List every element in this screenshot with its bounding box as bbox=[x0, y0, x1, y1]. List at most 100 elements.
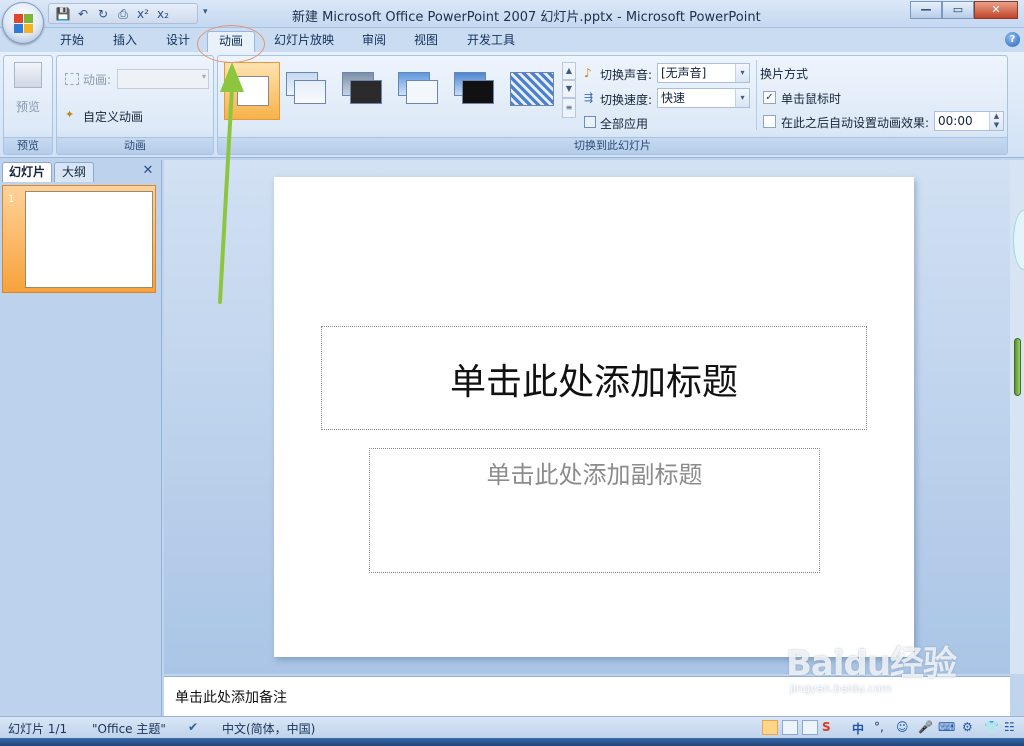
transition-fade-black-item[interactable] bbox=[342, 72, 384, 104]
pane-tabs: 幻灯片 大纲 ✕ bbox=[2, 162, 158, 182]
ime-tools-icon[interactable]: ⚙ bbox=[962, 720, 973, 734]
office-button[interactable] bbox=[2, 2, 44, 44]
ime-emoji-icon[interactable]: ☺ bbox=[896, 720, 909, 734]
speed-value: 快速 bbox=[661, 91, 686, 105]
slide-number: 1 bbox=[8, 194, 15, 205]
ribbon-tabs: 开始 插入 设计 动画 幻灯片放映 审阅 视图 开发工具 ? bbox=[0, 28, 1024, 52]
apply-all-button[interactable]: 全部应用 bbox=[600, 115, 648, 132]
baidu-watermark: Baidu经验 jingyan.baidu.com bbox=[786, 636, 986, 706]
animation-dropdown[interactable]: ▾ bbox=[117, 69, 209, 89]
slide-thumbnail bbox=[25, 191, 153, 288]
slide-canvas[interactable]: 单击此处添加标题 单击此处添加副标题 bbox=[274, 177, 914, 657]
tab-insert[interactable]: 插入 bbox=[103, 31, 147, 52]
print-preview-icon[interactable]: ⎙ bbox=[115, 6, 131, 22]
superscript-icon[interactable]: x² bbox=[135, 6, 151, 22]
qat-customize-icon[interactable]: ▾ bbox=[203, 7, 208, 17]
preview-icon bbox=[14, 62, 42, 88]
transition-none-thumb bbox=[237, 76, 269, 106]
speed-icon: ⇶ bbox=[584, 91, 594, 104]
undo-icon[interactable]: ↶ bbox=[75, 6, 91, 22]
ime-mic-icon[interactable]: 🎤 bbox=[918, 720, 933, 734]
tab-slides[interactable]: 幻灯片 bbox=[2, 162, 52, 182]
tab-outline[interactable]: 大纲 bbox=[54, 162, 94, 182]
spellcheck-icon[interactable]: ✔ bbox=[188, 720, 198, 734]
preview-group: 预览 预览 bbox=[3, 55, 53, 155]
tab-design[interactable]: 设计 bbox=[156, 31, 200, 52]
maximize-button[interactable]: ▭ bbox=[942, 1, 974, 19]
slide-thumbnail-item[interactable]: 1 bbox=[2, 185, 156, 293]
scroll-thumb[interactable] bbox=[1014, 338, 1021, 396]
animation-group: 动画: ▾ ✦ 自定义动画 动画 bbox=[56, 55, 214, 155]
title-placeholder-text: 单击此处添加标题 bbox=[449, 362, 738, 403]
on-click-label: 单击鼠标时 bbox=[781, 92, 842, 106]
normal-view-icon[interactable] bbox=[762, 720, 778, 735]
sound-label: 切换声音: bbox=[600, 68, 653, 82]
minimize-button[interactable]: — bbox=[910, 1, 942, 19]
taskbar bbox=[0, 738, 1024, 746]
transition-cut-black-item[interactable] bbox=[454, 72, 496, 104]
transition-group: ▲ ▼ ≡ ♪ 切换声音: [无声音] ▾ ⇶ 切换速度: 快速 ▾ 全部应用 … bbox=[217, 55, 1008, 155]
annotation-circle bbox=[197, 25, 265, 63]
tab-view[interactable]: 视图 bbox=[404, 31, 448, 52]
slideshow-view-icon[interactable] bbox=[802, 720, 818, 735]
slide-editing-area: 单击此处添加标题 单击此处添加副标题 bbox=[164, 160, 1010, 674]
quick-access-toolbar: 💾 ↶ ↻ ⎙ x² x₂ bbox=[48, 3, 198, 24]
chevron-down-icon: ▾ bbox=[735, 89, 749, 107]
ime-skin-icon[interactable]: 👕 bbox=[984, 720, 999, 734]
redo-icon[interactable]: ↻ bbox=[95, 6, 111, 22]
transition-fade-smooth-item[interactable] bbox=[286, 72, 328, 104]
subtitle-placeholder[interactable]: 单击此处添加副标题 bbox=[369, 448, 820, 573]
subscript-icon[interactable]: x₂ bbox=[155, 6, 171, 22]
sound-icon: ♪ bbox=[584, 66, 592, 80]
gallery-more-icon[interactable]: ≡ bbox=[562, 98, 576, 118]
window-title: 新建 Microsoft Office PowerPoint 2007 幻灯片.… bbox=[292, 10, 761, 25]
status-bar: 幻灯片 1/1 "Office 主题" ✔ 中文(简体，中国) S 中 °, ☺… bbox=[0, 716, 1024, 738]
custom-animation-icon: ✦ bbox=[65, 108, 75, 121]
transition-gallery bbox=[222, 60, 562, 122]
sound-dropdown[interactable]: [无声音] ▾ bbox=[657, 63, 750, 83]
gallery-up-icon[interactable]: ▲ bbox=[562, 62, 576, 80]
help-icon[interactable]: ? bbox=[1005, 32, 1020, 47]
ime-menu-icon[interactable]: ☷ bbox=[1004, 720, 1015, 734]
animation-label: 动画: bbox=[83, 73, 112, 87]
title-bar: 💾 ↶ ↻ ⎙ x² x₂ ▾ 新建 Microsoft Office Powe… bbox=[0, 0, 1024, 28]
transition-cut-item[interactable] bbox=[398, 72, 440, 104]
tab-review[interactable]: 审阅 bbox=[352, 31, 396, 52]
tab-home[interactable]: 开始 bbox=[50, 31, 94, 52]
ime-punctuation-icon[interactable]: °, bbox=[874, 720, 884, 734]
preview-button[interactable]: 预览 bbox=[8, 60, 48, 120]
save-icon[interactable]: 💾 bbox=[55, 6, 71, 22]
sound-value: [无声音] bbox=[661, 66, 707, 80]
language-status[interactable]: 中文(简体，中国) bbox=[222, 720, 315, 737]
spinner-icon[interactable]: ▲ ▼ bbox=[989, 112, 1003, 130]
chevron-down-icon: ▾ bbox=[201, 72, 206, 81]
animation-icon bbox=[65, 73, 79, 85]
gallery-down-icon[interactable]: ▼ bbox=[562, 80, 576, 98]
auto-advance-time-input[interactable]: 00:00 ▲ ▼ bbox=[934, 111, 1004, 131]
speed-dropdown[interactable]: 快速 ▾ bbox=[657, 88, 750, 108]
chevron-down-icon: ▾ bbox=[735, 64, 749, 82]
transition-none-item[interactable] bbox=[224, 62, 280, 120]
transition-group-label: 切换到此幻灯片 bbox=[218, 137, 1007, 154]
on-click-checkbox[interactable]: ✓ bbox=[763, 91, 776, 104]
advance-title: 换片方式 bbox=[760, 67, 809, 81]
apply-all-icon bbox=[584, 116, 596, 128]
tab-developer[interactable]: 开发工具 bbox=[458, 31, 524, 52]
advance-divider bbox=[756, 60, 757, 130]
auto-advance-time-value: 00:00 bbox=[938, 114, 973, 128]
ime-keyboard-icon[interactable]: ⌨ bbox=[938, 720, 955, 734]
notes-placeholder: 单击此处添加备注 bbox=[175, 690, 287, 706]
custom-animation-button[interactable]: 自定义动画 bbox=[83, 108, 143, 125]
close-button[interactable]: ✕ bbox=[974, 1, 1018, 19]
auto-advance-checkbox[interactable] bbox=[763, 115, 776, 128]
auto-advance-label: 在此之后自动设置动画效果: bbox=[781, 116, 930, 130]
tab-slideshow[interactable]: 幻灯片放映 bbox=[264, 31, 344, 52]
close-icon[interactable]: ✕ bbox=[140, 163, 156, 179]
ime-chinese-icon[interactable]: 中 bbox=[852, 720, 864, 737]
subtitle-placeholder-text: 单击此处添加副标题 bbox=[486, 461, 703, 489]
slide-count-status: 幻灯片 1/1 bbox=[8, 722, 68, 736]
transition-dissolve-item[interactable] bbox=[510, 72, 554, 106]
ime-logo-icon[interactable]: S bbox=[822, 720, 831, 734]
sorter-view-icon[interactable] bbox=[782, 720, 798, 735]
title-placeholder[interactable]: 单击此处添加标题 bbox=[321, 326, 867, 430]
